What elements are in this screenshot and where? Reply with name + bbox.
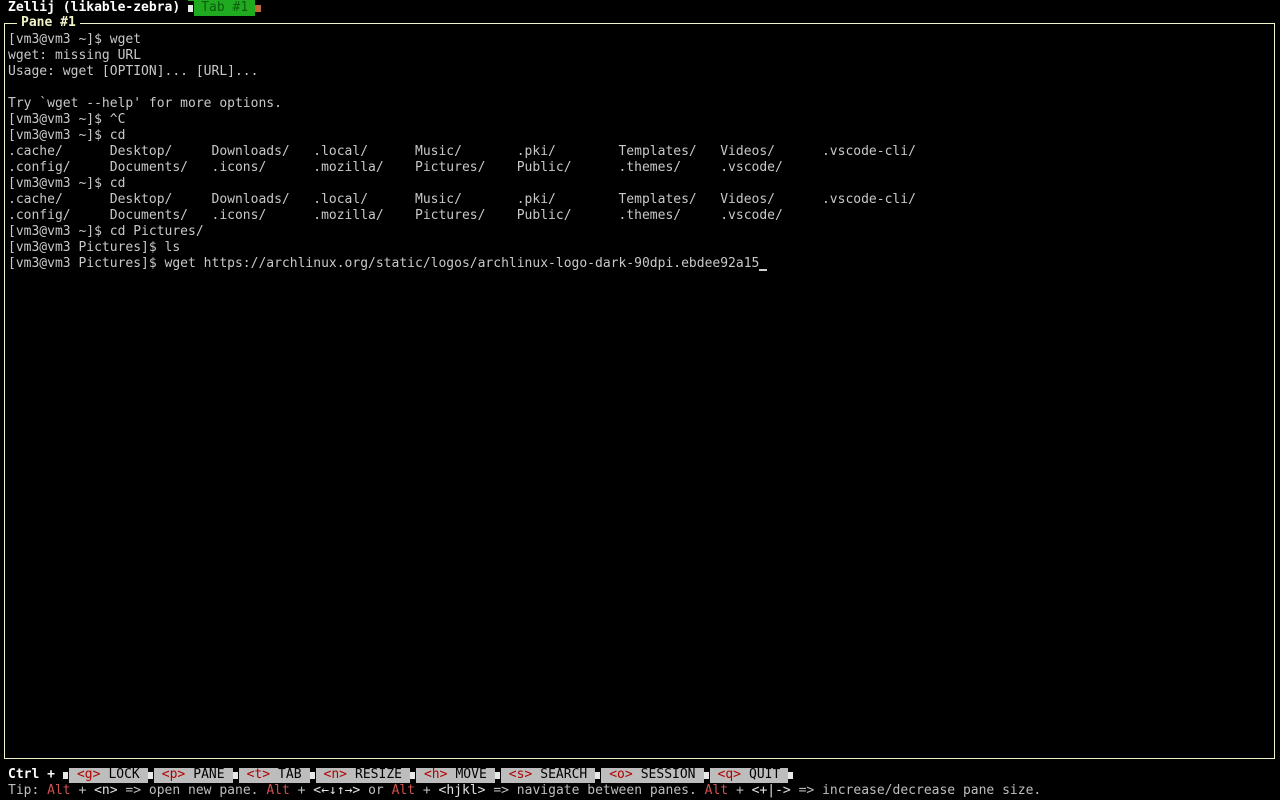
terminal-prompt-line[interactable]: [vm3@vm3 Pictures]$ wget https://archlin… [8,256,1270,272]
key-left-cap-icon [703,767,710,783]
key-left-cap-icon [409,767,416,783]
tip-key: <n> [94,783,118,798]
tip-alt-key: Alt [391,783,416,798]
mode-key: <q> [717,767,741,782]
session-title: Zellij (likable-zebra) [8,0,181,15]
terminal-line: .cache/ Desktop/ Downloads/ .local/ Musi… [8,144,916,159]
tip-plus: + [728,783,752,798]
tip-key: <+|-> [751,783,791,798]
mode-key: <o> [609,767,633,782]
tip-alt-key: Alt [266,783,290,798]
tip-alt-key: Alt [704,783,729,798]
tip-or: or [360,783,392,798]
terminal-line: .config/ Documents/ .icons/ .mozilla/ Pi… [8,208,783,223]
tab-right-cap-icon [255,4,262,12]
terminal-line: [vm3@vm3 ~]$ cd [8,128,126,143]
terminal-line: Usage: wget [OPTION]... [URL]... [8,64,259,79]
terminal-prompt-text: [vm3@vm3 Pictures]$ wget https://archlin… [8,256,760,271]
mode-search-button[interactable]: <s> SEARCH [494,767,596,783]
key-left-cap-icon [595,767,602,783]
terminal-line: [vm3@vm3 ~]$ wget [8,32,142,47]
tip-text: => navigate between panes. [485,783,705,798]
terminal-line: [vm3@vm3 Pictures]$ ls [8,240,181,255]
key-left-cap-icon [309,767,316,783]
terminal-line: .cache/ Desktop/ Downloads/ .local/ Musi… [8,192,916,207]
pane-title: Pane #1 [17,15,80,31]
tip-text: => increase/decrease pane size. [790,783,1042,798]
mode-bar-end-cap-icon [788,767,795,783]
terminal-line: [vm3@vm3 ~]$ cd Pictures/ [8,224,204,239]
key-left-cap-icon [62,767,69,783]
mode-label: SEARCH [540,767,588,782]
mode-label: RESIZE [355,767,402,782]
tip-plus: + [415,783,439,798]
tab-active[interactable]: Tab #1 [188,0,256,16]
mode-label: SESSION [640,767,696,782]
cursor-icon [759,269,768,271]
mode-label: QUIT [749,767,781,782]
mode-lock-button[interactable]: <g> LOCK [62,767,148,783]
mode-key: <n> [323,767,348,782]
mode-key: <g> [76,767,101,782]
mode-key: <s> [508,767,533,782]
tip-key: <←↓↑→> [313,783,361,798]
mode-key: <p> [161,767,186,782]
terminal-line: [vm3@vm3 ~]$ cd [8,176,126,191]
tip-plus: + [289,783,314,798]
mode-key: <h> [423,767,448,782]
terminal-output[interactable]: [vm3@vm3 ~]$ wget wget: missing URL Usag… [8,32,1270,272]
mode-resize-button[interactable]: <n> RESIZE [309,767,410,783]
ctrl-label: Ctrl + [8,767,55,782]
tip-plus: + [70,783,95,798]
tip-text: => open new pane. [117,783,267,798]
mode-quit-button[interactable]: <q> QUIT [703,767,789,783]
tip-key: <hjkl> [438,783,486,798]
mode-tab-button[interactable]: <t> TAB [232,767,310,783]
zellij-mode-bar: Ctrl + <g> LOCK <p> PANE <t> TAB <n> RES… [8,767,795,783]
tab-left-cap-icon [188,0,195,16]
mode-label: PANE [193,767,225,782]
mode-move-button[interactable]: <h> MOVE [409,767,495,783]
mode-pane-button[interactable]: <p> PANE [147,767,233,783]
terminal-line: wget: missing URL [8,48,142,63]
key-left-cap-icon [147,767,154,783]
key-left-cap-icon [494,767,501,783]
tip-prefix: Tip: [8,783,48,798]
mode-label: TAB [278,767,302,782]
tab-active-label: Tab #1 [201,0,249,15]
terminal-line: [vm3@vm3 ~]$ ^C [8,112,126,127]
mode-label: MOVE [455,767,487,782]
terminal-line: .config/ Documents/ .icons/ .mozilla/ Pi… [8,160,783,175]
key-left-cap-icon [232,767,239,783]
terminal-line: Try `wget --help' for more options. [8,96,282,111]
zellij-top-bar: Zellij (likable-zebra) Tab #1 [8,0,262,16]
mode-key: <t> [246,767,271,782]
mode-session-button[interactable]: <o> SESSION [595,767,704,783]
tip-alt-key: Alt [47,783,71,798]
zellij-tip-bar: Tip: Alt + <n> => open new pane. Alt + <… [8,783,1041,799]
mode-label: LOCK [108,767,140,782]
